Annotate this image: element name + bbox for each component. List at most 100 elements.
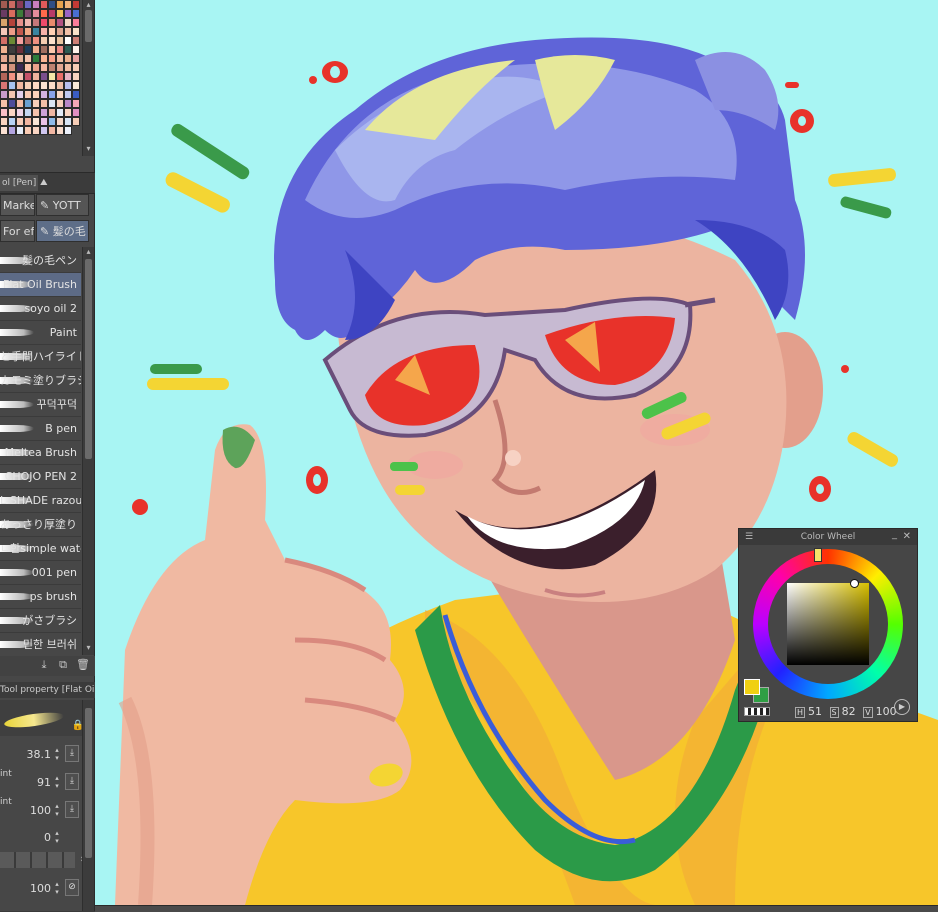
palette-swatch[interactable] — [24, 117, 32, 126]
palette-swatch[interactable] — [56, 54, 64, 63]
palette-swatch[interactable] — [8, 0, 16, 9]
palette-swatch[interactable] — [56, 9, 64, 18]
palette-swatch[interactable] — [16, 126, 24, 135]
pressure-icon[interactable]: ⤓ — [65, 801, 79, 818]
palette-swatch[interactable] — [32, 90, 40, 99]
sv-cursor[interactable] — [850, 579, 859, 588]
palette-swatch[interactable] — [64, 36, 72, 45]
palette-swatch[interactable] — [56, 117, 64, 126]
brush-item[interactable]: CHOJO PEN 2 — [0, 465, 81, 489]
palette-swatch[interactable] — [48, 45, 56, 54]
palette-swatch[interactable] — [40, 45, 48, 54]
palette-swatch[interactable] — [72, 63, 80, 72]
palette-swatch[interactable] — [32, 9, 40, 18]
palette-swatch[interactable] — [64, 126, 72, 135]
palette-swatch[interactable] — [72, 27, 80, 36]
palette-swatch[interactable] — [40, 27, 48, 36]
transparent-color-swatch[interactable] — [744, 707, 770, 716]
tab-subtool-pen[interactable]: ol [Pen] — [0, 175, 39, 191]
palette-swatch[interactable] — [8, 54, 16, 63]
spinner-icon[interactable]: ▴ ▾ — [52, 746, 62, 762]
pressure-icon[interactable]: ⤓ — [65, 745, 79, 762]
palette-swatch[interactable] — [0, 54, 8, 63]
palette-swatch[interactable] — [24, 63, 32, 72]
scrollbar-thumb[interactable] — [85, 259, 92, 459]
palette-swatch[interactable] — [16, 108, 24, 117]
palette-swatch[interactable] — [40, 90, 48, 99]
palette-swatch[interactable] — [32, 18, 40, 27]
palette-swatch[interactable] — [24, 72, 32, 81]
palette-swatch[interactable] — [8, 117, 16, 126]
palette-swatch[interactable] — [48, 126, 56, 135]
brush-item[interactable]: 민한 브러쉬 — [0, 633, 81, 655]
subtool-group-hair[interactable]: ✎ 髪の毛 — [36, 220, 89, 242]
palette-swatch[interactable] — [72, 99, 80, 108]
palette-swatch[interactable] — [48, 99, 56, 108]
palette-swatch[interactable] — [72, 0, 80, 9]
palette-swatch[interactable] — [56, 90, 64, 99]
palette-swatch[interactable] — [40, 117, 48, 126]
palette-swatch[interactable] — [24, 18, 32, 27]
palette-swatch[interactable] — [56, 36, 64, 45]
palette-swatch[interactable] — [48, 54, 56, 63]
palette-swatch[interactable] — [32, 99, 40, 108]
palette-swatch[interactable] — [24, 27, 32, 36]
saturation-value-square[interactable] — [787, 583, 869, 665]
palette-swatch[interactable] — [8, 9, 16, 18]
palette-swatch[interactable] — [40, 36, 48, 45]
palette-swatch[interactable] — [64, 72, 72, 81]
palette-swatch[interactable] — [32, 0, 40, 9]
prop-value[interactable]: 100 — [30, 882, 51, 895]
palette-swatch[interactable] — [24, 99, 32, 108]
tool-property-scrollbar[interactable] — [82, 700, 94, 911]
palette-swatch[interactable] — [56, 72, 64, 81]
palette-swatch[interactable] — [32, 108, 40, 117]
palette-swatch[interactable] — [24, 45, 32, 54]
palette-swatch[interactable] — [72, 108, 80, 117]
scroll-down-icon[interactable]: ▾ — [83, 643, 94, 653]
spinner-icon[interactable]: ▴ ▾ — [52, 880, 62, 896]
brush-item[interactable]: カモミ塗りブラシ — [0, 369, 81, 393]
palette-swatch[interactable] — [56, 108, 64, 117]
brush-item[interactable]: あっさり厚塗り — [0, 513, 81, 537]
palette-swatch[interactable] — [8, 18, 16, 27]
palette-swatch[interactable] — [56, 99, 64, 108]
subtool-group-marker[interactable]: Marke — [0, 194, 35, 216]
brush-item[interactable]: Meltea Brush — [0, 441, 81, 465]
texture-selector[interactable] — [0, 852, 75, 868]
saturation-value[interactable]: 82 — [842, 705, 856, 718]
palette-swatch[interactable] — [72, 45, 80, 54]
palette-scrollbar[interactable]: ▴ ▾ — [82, 0, 94, 156]
palette-swatch[interactable] — [40, 72, 48, 81]
palette-swatch[interactable] — [64, 81, 72, 90]
palette-swatch[interactable] — [0, 81, 8, 90]
palette-swatch[interactable] — [16, 117, 24, 126]
trash-icon[interactable]: 🗑 — [76, 659, 90, 671]
color-set-palette[interactable] — [0, 0, 81, 156]
palette-swatch[interactable] — [24, 81, 32, 90]
palette-swatch[interactable] — [32, 27, 40, 36]
palette-swatch[interactable] — [64, 108, 72, 117]
palette-swatch[interactable] — [40, 9, 48, 18]
palette-swatch[interactable] — [24, 126, 32, 135]
palette-swatch[interactable] — [16, 18, 24, 27]
palette-swatch[interactable] — [0, 36, 8, 45]
scroll-down-icon[interactable]: ▾ — [83, 144, 94, 154]
pressure-icon[interactable]: ⤓ — [65, 773, 79, 790]
palette-swatch[interactable] — [56, 81, 64, 90]
palette-swatch[interactable] — [24, 54, 32, 63]
palette-swatch[interactable] — [0, 9, 8, 18]
palette-swatch[interactable] — [48, 108, 56, 117]
brush-item[interactable]: soyo oil 2 — [0, 297, 81, 321]
palette-swatch[interactable] — [64, 63, 72, 72]
brush-item[interactable]: B pen — [0, 417, 81, 441]
palette-swatch[interactable] — [8, 45, 16, 54]
palette-swatch[interactable] — [48, 9, 56, 18]
spinner-icon[interactable]: ▴ ▾ — [52, 829, 62, 845]
palette-swatch[interactable] — [16, 72, 24, 81]
brush-item[interactable]: がさブラシ — [0, 609, 81, 633]
palette-swatch[interactable] — [64, 0, 72, 9]
palette-swatch[interactable] — [72, 18, 80, 27]
palette-swatch[interactable] — [24, 90, 32, 99]
tab-mountain-icon[interactable]: ⛰ — [38, 175, 50, 191]
